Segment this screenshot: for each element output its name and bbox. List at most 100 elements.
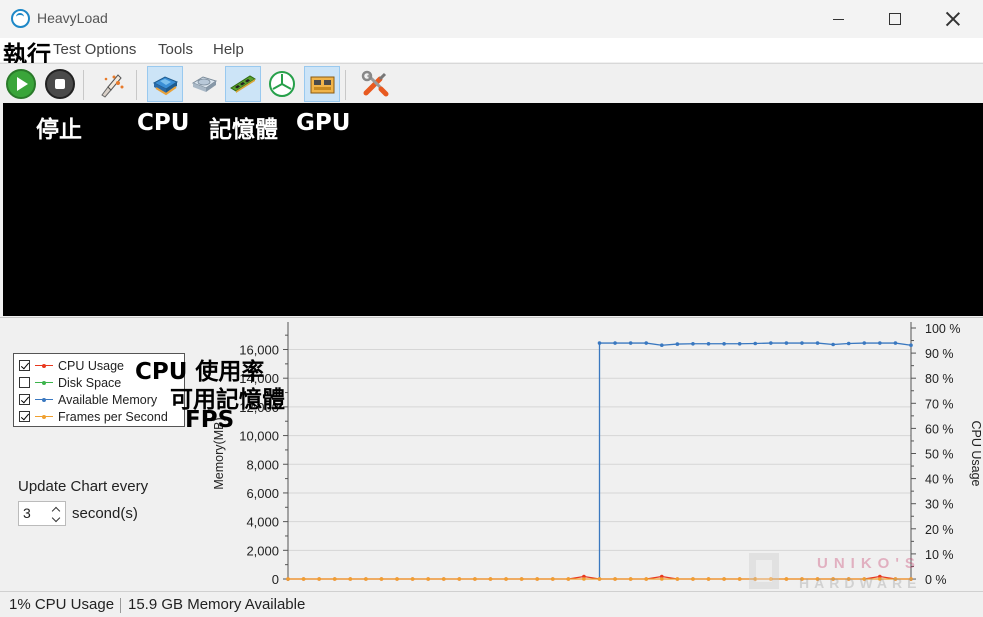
update-interval-spinner[interactable]: 3	[18, 501, 66, 526]
right-tick-label: 30 %	[925, 498, 954, 512]
frames-per-second-point	[691, 577, 695, 581]
frames-per-second-point	[722, 577, 726, 581]
update-interval-value[interactable]: 3	[23, 505, 31, 521]
available-memory-point	[675, 342, 680, 346]
menu-tools[interactable]: Tools	[158, 41, 193, 58]
left-tick-label: 6,000	[246, 486, 279, 501]
cpu-test-button[interactable]	[147, 66, 183, 102]
frames-per-second-point	[301, 577, 306, 581]
available-memory-point	[660, 343, 664, 348]
toolbar	[0, 63, 983, 103]
available-memory-point	[597, 341, 602, 345]
available-memory-point	[613, 341, 617, 345]
left-tick-label: 10,000	[239, 429, 279, 444]
title-bar: HeavyLoad	[0, 0, 983, 38]
frames-per-second-point	[566, 577, 571, 581]
available-memory-point	[878, 341, 882, 345]
available-memory-point	[644, 341, 649, 345]
tools-icon	[361, 70, 389, 97]
right-tick-label: 20 %	[925, 523, 954, 537]
disk-space-checkbox[interactable]	[19, 377, 30, 388]
frames-per-second-point	[317, 577, 321, 581]
stop-button[interactable]	[42, 66, 78, 102]
right-tick-label: 50 %	[925, 448, 954, 462]
annotation-cpu: CPU	[137, 110, 190, 136]
menu-test-options[interactable]: Test Options	[53, 41, 136, 58]
legend-swatch	[35, 395, 53, 405]
legend-item-fps[interactable]: Frames per Second	[19, 408, 168, 425]
frames-per-second-point	[550, 577, 555, 581]
available-memory-point	[722, 341, 726, 346]
menu-bar: Test Options Tools Help	[0, 38, 983, 62]
frames-per-second-point	[441, 577, 446, 581]
available-memory-point	[800, 341, 804, 345]
cpu-chip-icon	[152, 76, 179, 96]
start-icon	[6, 69, 36, 99]
gpu-test-button[interactable]	[304, 66, 340, 102]
maximize-button[interactable]	[866, 0, 924, 38]
frames-per-second-point	[675, 577, 680, 581]
cpu-usage-checkbox[interactable]	[19, 360, 30, 371]
available-memory-point	[893, 341, 898, 345]
right-tick-label: 100 %	[925, 322, 960, 336]
disk-usage-button[interactable]	[264, 66, 300, 102]
right-tick-label: 90 %	[925, 347, 954, 361]
frames-per-second-point	[519, 577, 524, 581]
pie-chart-icon	[269, 71, 295, 97]
legend-label: Frames per Second	[58, 409, 168, 424]
right-axis-title: CPU Usage	[969, 421, 983, 487]
status-memory-available: 15.9 GB Memory Available	[128, 596, 306, 613]
annotation-stop: 停止	[36, 117, 82, 143]
uniko-hardware-watermark: UNIKO'S HARDWARE	[749, 553, 921, 591]
frames-per-second-point	[473, 577, 477, 581]
frames-per-second-point	[488, 577, 493, 581]
frames-per-second-point	[364, 577, 368, 581]
spinner-up-icon[interactable]	[51, 505, 61, 513]
heavyload-app-icon	[11, 9, 30, 28]
available-memory-point	[706, 341, 711, 346]
watermark-line1: UNIKO'S	[817, 555, 921, 572]
clean-button[interactable]	[93, 66, 129, 102]
legend-swatch	[35, 412, 53, 422]
status-cpu-usage: 1% CPU Usage	[9, 596, 115, 613]
frames-per-second-point	[628, 577, 633, 581]
annotation-fps: FPS	[185, 407, 235, 433]
spinner-down-icon[interactable]	[51, 515, 61, 523]
frames-per-second-point	[535, 577, 539, 581]
disk-test-button[interactable]	[186, 66, 222, 102]
frames-per-second-point	[332, 577, 337, 581]
watermark-line2: HARDWARE	[799, 575, 921, 591]
stop-icon	[45, 69, 75, 99]
render-canvas: 停止 CPU 記憶體 GPU	[3, 103, 983, 316]
frames-per-second-point	[504, 577, 508, 581]
memory-module-icon	[230, 75, 256, 93]
frames-per-second-point	[597, 577, 602, 581]
legend-item-available-memory[interactable]: Available Memory	[19, 391, 157, 408]
memory-test-button[interactable]	[225, 66, 261, 102]
heavyload-window: HeavyLoad Test Options Tools Help 執行 停止 …	[0, 0, 983, 617]
left-tick-label: 0	[272, 572, 279, 587]
fps-checkbox[interactable]	[19, 411, 30, 422]
settings-button[interactable]	[357, 66, 393, 102]
frames-per-second-point	[426, 577, 430, 581]
minimize-button[interactable]	[809, 0, 867, 38]
available-memory-point	[691, 341, 695, 346]
frames-per-second-point	[410, 577, 415, 581]
legend-item-cpu-usage[interactable]: CPU Usage	[19, 357, 124, 374]
legend-item-disk-space[interactable]: Disk Space	[19, 374, 121, 391]
frames-per-second-point	[582, 577, 586, 581]
right-tick-label: 70 %	[925, 397, 954, 411]
legend-swatch	[35, 378, 53, 388]
right-tick-label: 40 %	[925, 473, 954, 487]
available-memory-checkbox[interactable]	[19, 394, 30, 405]
frames-per-second-point	[706, 577, 711, 581]
annotation-memory: 記憶體	[209, 117, 278, 143]
window-title: HeavyLoad	[37, 10, 108, 26]
close-button[interactable]	[924, 0, 982, 38]
annotation-gpu: GPU	[296, 110, 351, 136]
menu-help[interactable]: Help	[213, 41, 244, 58]
minimize-icon	[832, 18, 844, 20]
brush-icon	[101, 74, 124, 98]
start-button[interactable]	[3, 66, 39, 102]
available-memory-point	[909, 343, 913, 348]
